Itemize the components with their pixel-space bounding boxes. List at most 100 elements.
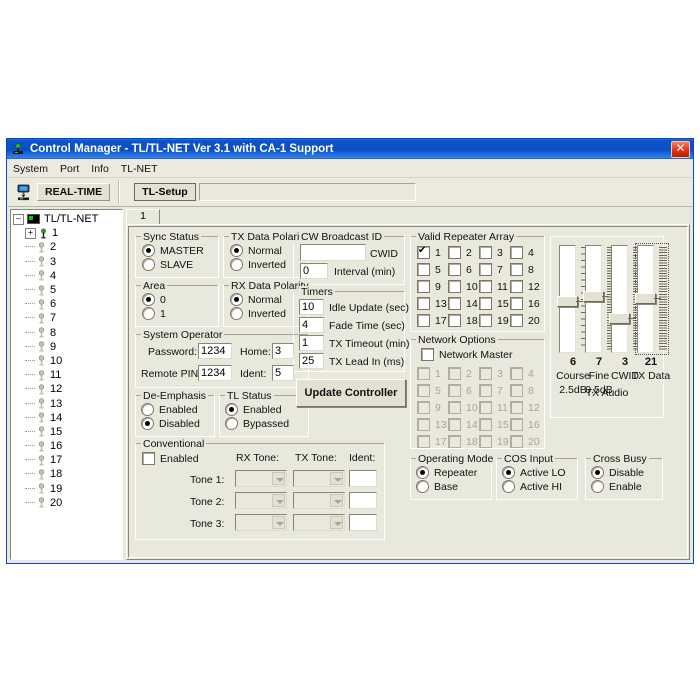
network-master-checkbox[interactable]: Network Master — [421, 348, 513, 361]
repeater-checkbox-16[interactable]: 16 — [510, 297, 540, 310]
tl-status-bypassed[interactable]: Bypassed — [225, 417, 289, 430]
repeater-checkbox-18[interactable]: 18 — [448, 314, 478, 327]
cross-busy-disable[interactable]: Disable — [591, 466, 644, 479]
repeater-checkbox-19[interactable]: 19 — [479, 314, 509, 327]
chevron-down-icon[interactable] — [272, 516, 285, 529]
repeater-checkbox-3[interactable]: 3 — [479, 246, 503, 259]
menu-item-tlnet[interactable]: TL-NET — [121, 163, 158, 175]
chevron-down-icon[interactable] — [330, 494, 343, 507]
cos-input-active-lo[interactable]: Active LO — [502, 466, 566, 479]
chevron-down-icon[interactable] — [272, 472, 285, 485]
operating-mode-repeater[interactable]: Repeater — [416, 466, 477, 479]
tree-node-15[interactable]: 15 — [13, 425, 122, 439]
repeater-checkbox-20[interactable]: 20 — [510, 314, 540, 327]
timer-value-field[interactable]: 25 — [299, 353, 324, 369]
password-field[interactable]: 1234 — [198, 343, 232, 359]
slider-thumb[interactable] — [557, 296, 583, 307]
tree-collapse-icon[interactable]: – — [13, 213, 24, 225]
slider-thumb[interactable] — [635, 293, 661, 304]
tree-node-12[interactable]: 12 — [13, 382, 122, 396]
tree-node-11[interactable]: 11 — [13, 368, 122, 382]
tree-root-row[interactable]: – TL/TL-NET — [13, 212, 122, 226]
realtime-button[interactable]: REAL-TIME — [37, 183, 111, 201]
tree-node-5[interactable]: 5 — [13, 283, 122, 297]
repeater-checkbox-5[interactable]: 5 — [417, 263, 441, 276]
update-controller-button[interactable]: Update Controller — [296, 379, 406, 407]
repeater-checkbox-17[interactable]: 17 — [417, 314, 447, 327]
tx-tone-combo[interactable] — [293, 514, 345, 531]
repeater-checkbox-4[interactable]: 4 — [510, 246, 534, 259]
chevron-down-icon[interactable] — [330, 472, 343, 485]
rx-tone-combo[interactable] — [235, 470, 287, 487]
timer-value-field[interactable]: 10 — [299, 299, 324, 315]
tree-node-2[interactable]: 2 — [13, 240, 122, 254]
tree-node-4[interactable]: 4 — [13, 269, 122, 283]
tree-node-9[interactable]: 9 — [13, 340, 122, 354]
rx-tone-combo[interactable] — [235, 492, 287, 509]
slider-thumb[interactable] — [583, 291, 609, 302]
timer-value-field[interactable]: 4 — [299, 317, 324, 333]
slider-tx-data[interactable] — [635, 243, 669, 355]
tl-status-enabled[interactable]: Enabled — [225, 403, 282, 416]
repeater-checkbox-1[interactable]: 1 — [417, 245, 441, 259]
chevron-down-icon[interactable] — [272, 494, 285, 507]
tree-node-17[interactable]: 17 — [13, 453, 122, 467]
tx-tone-combo[interactable] — [293, 492, 345, 509]
tab-1[interactable]: 1 — [126, 209, 160, 224]
repeater-checkbox-7[interactable]: 7 — [479, 263, 503, 276]
tree-node-8[interactable]: 8 — [13, 326, 122, 340]
tree-node-10[interactable]: 10 — [13, 354, 122, 368]
cross-busy-enable[interactable]: Enable — [591, 480, 642, 493]
close-icon[interactable]: ✕ — [671, 140, 690, 158]
timer-value-field[interactable]: 1 — [299, 335, 324, 351]
repeater-checkbox-11[interactable]: 11 — [479, 280, 508, 293]
repeater-checkbox-15[interactable]: 15 — [479, 297, 509, 310]
repeater-checkbox-12[interactable]: 12 — [510, 280, 540, 293]
tree-node-3[interactable]: 3 — [13, 255, 122, 269]
area-0[interactable]: 0 — [142, 293, 166, 306]
tree-node-7[interactable]: 7 — [13, 311, 122, 325]
repeater-checkbox-9[interactable]: 9 — [417, 280, 441, 293]
home-field[interactable]: 3 — [272, 343, 294, 359]
cw-interval-field[interactable]: 0 — [300, 263, 328, 279]
menu-item-system[interactable]: System — [13, 163, 48, 175]
rx-polarity-inverted[interactable]: Inverted — [230, 307, 286, 320]
sync-status-master[interactable]: MASTER — [142, 244, 204, 257]
tone-ident-field[interactable] — [349, 470, 377, 487]
tone-ident-field[interactable] — [349, 514, 377, 531]
tree-node-19[interactable]: 19 — [13, 482, 122, 496]
tree-node-14[interactable]: 14 — [13, 411, 122, 425]
tree-node-16[interactable]: 16 — [13, 439, 122, 453]
rx-tone-combo[interactable] — [235, 514, 287, 531]
tone-ident-field[interactable] — [349, 492, 377, 509]
de-emphasis-disabled[interactable]: Disabled — [141, 417, 200, 430]
cwid-field[interactable] — [300, 244, 366, 261]
tree-node-20[interactable]: 20 — [13, 496, 122, 510]
device-tree[interactable]: – TL/TL-NET +1 2 3 4 5 6 7 8 9 10 11 12 13 14 15 16 17 18… — [10, 209, 123, 560]
conventional-enabled-checkbox[interactable]: Enabled — [142, 452, 199, 465]
repeater-checkbox-6[interactable]: 6 — [448, 263, 472, 276]
tree-expand-icon[interactable]: + — [25, 227, 36, 239]
tx-polarity-inverted[interactable]: Inverted — [230, 258, 286, 271]
tl-setup-field[interactable] — [198, 183, 416, 201]
de-emphasis-enabled[interactable]: Enabled — [141, 403, 198, 416]
sync-status-slave[interactable]: SLAVE — [142, 258, 193, 271]
area-1[interactable]: 1 — [142, 307, 166, 320]
repeater-checkbox-8[interactable]: 8 — [510, 263, 534, 276]
repeater-checkbox-10[interactable]: 10 — [448, 280, 478, 293]
menu-item-port[interactable]: Port — [60, 163, 79, 175]
chevron-down-icon[interactable] — [330, 516, 343, 529]
repeater-checkbox-2[interactable]: 2 — [448, 246, 472, 259]
repeater-checkbox-14[interactable]: 14 — [448, 297, 478, 310]
operating-mode-base[interactable]: Base — [416, 480, 458, 493]
ident-field[interactable]: 5 — [272, 365, 294, 381]
repeater-checkbox-13[interactable]: 13 — [417, 297, 447, 310]
rx-polarity-normal[interactable]: Normal — [230, 293, 282, 306]
tree-node-13[interactable]: 13 — [13, 396, 122, 410]
tree-node-18[interactable]: 18 — [13, 467, 122, 481]
menu-item-info[interactable]: Info — [91, 163, 109, 175]
slider-thumb[interactable] — [609, 313, 635, 324]
tree-node-1[interactable]: +1 — [13, 226, 122, 240]
tl-setup-button[interactable]: TL-Setup — [134, 183, 196, 201]
tx-polarity-normal[interactable]: Normal — [230, 244, 282, 257]
